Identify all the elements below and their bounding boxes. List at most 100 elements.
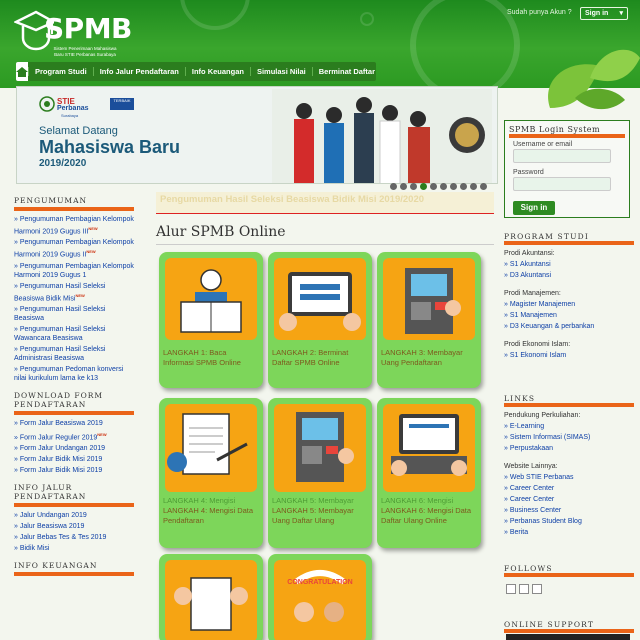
step-card-3[interactable]: LANGKAH 3: Membayar Uang Pendaftaran	[377, 252, 481, 388]
sidebar-link[interactable]: » Jalur Beasiswa 2019	[14, 522, 134, 531]
step-label: LANGKAH 5: Membayar Uang Daftar Ulang	[272, 506, 354, 525]
sidebar-link[interactable]: » Web STIE Perbanas	[504, 472, 634, 483]
social-icon[interactable]	[532, 584, 542, 594]
sidebar-link[interactable]: » S1 Manajemen	[504, 310, 634, 321]
step-card-2[interactable]: LANGKAH 2: Berminat Daftar SPMB Online	[268, 252, 372, 388]
sidebar-link[interactable]: » Jalur Bebas Tes & Tes 2019	[14, 533, 134, 542]
sidebar-link[interactable]: » Perpustakaan	[504, 443, 634, 454]
nav-home[interactable]	[16, 62, 28, 81]
sidebar-group-label: Prodi Ekonomi Islam:	[504, 341, 571, 348]
sidebar-link[interactable]: » Business Center	[504, 505, 634, 516]
sidebar-link[interactable]: » Pengumuman Hasil Seleksi Beasiswa	[14, 305, 134, 323]
nav-item-info-keuangan[interactable]: Info Keuangan	[184, 67, 250, 76]
download-heading: DOWNLOAD FORM PENDAFTARAN	[14, 391, 134, 415]
sidebar-link[interactable]: » S1 Ekonomi Islam	[504, 350, 634, 361]
congratulation-illustration: CONGRATULATION	[274, 560, 366, 640]
step-label: LANGKAH 2: Berminat Daftar SPMB Online	[272, 348, 349, 367]
step-card-1[interactable]: LANGKAH 1: Baca Informasi SPMB Online	[159, 252, 263, 388]
news-ticker[interactable]: Pengumuman Hasil Seleksi Beasiswa Bidik …	[156, 192, 494, 214]
username-input[interactable]	[513, 149, 611, 163]
carousel-dot[interactable]	[450, 183, 457, 190]
social-icon[interactable]	[519, 584, 529, 594]
leaves-decoration	[548, 49, 640, 110]
carousel-dot[interactable]	[440, 183, 447, 190]
sidebar-link-label: » Bidik Misi	[14, 545, 50, 553]
program-studi-heading: PROGRAM STUDI	[504, 232, 634, 245]
step-card-8[interactable]: CONGRATULATION	[268, 554, 372, 640]
sidebar-link[interactable]: » Form Jalur Beasiswa 2019	[14, 419, 134, 428]
online-support-heading: ONLINE SUPPORT	[504, 620, 634, 633]
new-badge: NEW	[97, 431, 107, 437]
nav-item-simulasi-nilai[interactable]: Simulasi Nilai	[249, 67, 312, 76]
nav-item-program-studi[interactable]: Program Studi	[28, 67, 93, 76]
sidebar-link[interactable]: » Sistem Informasi (SIMAS)	[504, 432, 634, 443]
carousel-dot[interactable]	[410, 183, 417, 190]
sidebar-link[interactable]: » Career Center	[504, 483, 634, 494]
sidebar-link[interactable]: » S1 Akuntansi	[504, 259, 634, 270]
sidebar-link[interactable]: » E-Learning	[504, 421, 634, 432]
links-list: Pendukung Perkuliahan: » E-Learning» Sist…	[504, 410, 634, 538]
sidebar-link[interactable]: » Berita	[504, 527, 634, 538]
program-studi-list: Prodi Akuntansi: » S1 Akuntansi» D3 Akunt…	[504, 248, 634, 361]
sidebar-link[interactable]: » Form Jalur Reguler 2019NEW	[14, 430, 134, 442]
sidebar-link[interactable]: » Pengumuman Pembagian Kelompok Harmoni …	[14, 238, 134, 259]
sidebar-link[interactable]: » Pengumuman Hasil Seleksi Beasiswa Bidi…	[14, 282, 134, 303]
carousel-dot-active[interactable]	[420, 183, 427, 190]
carousel-dot[interactable]	[460, 183, 467, 190]
online-support-widget	[506, 634, 630, 640]
banner-brand-3: Surabaya	[61, 113, 79, 118]
header-signin-button[interactable]: Sign in ▾	[580, 7, 628, 20]
banner-brand-2: Perbanas	[57, 105, 89, 112]
sidebar-link-label: » Form Jalur Reguler 2019	[14, 434, 98, 442]
carousel-dot[interactable]	[430, 183, 437, 190]
step-card-7[interactable]	[159, 554, 263, 640]
login-signin-button[interactable]: Sign in	[513, 201, 555, 215]
sidebar-link[interactable]: » Form Jalur Undangan 2019	[14, 444, 134, 453]
sidebar-link-label: » Pengumuman Hasil Seleksi Beasiswa	[14, 305, 106, 322]
sidebar-link[interactable]: » D3 Keuangan & perbankan	[504, 321, 634, 332]
social-icons	[506, 584, 542, 594]
sidebar-link[interactable]: » Bidik Misi	[14, 544, 134, 553]
online-form-illustration	[274, 258, 366, 340]
carousel-dot[interactable]	[470, 183, 477, 190]
sidebar-link-label: » Form Jalur Bidik Misi 2019	[14, 467, 103, 475]
nav-item-info-jalur[interactable]: Info Jalur Pendaftaran	[92, 67, 185, 76]
password-input[interactable]	[513, 177, 611, 191]
sidebar-link[interactable]: » Jalur Undangan 2019	[14, 511, 134, 520]
sidebar-link[interactable]: » Perbanas Student Blog	[504, 516, 634, 527]
sidebar-link-label: » Pengumuman Pembagian Kelompok Harmoni …	[14, 216, 134, 236]
logo-subtitle: Sistem Penerimaan Mahasiswa Baru STIE Pe…	[53, 46, 117, 57]
sidebar-link-label: » Pengumuman Pembagian Kelompok Harmoni …	[14, 262, 134, 279]
step-card-5[interactable]: LANGKAH 5: Membayar LANGKAH 5: Membayar …	[268, 398, 372, 548]
sidebar-link[interactable]: » Form Jalur Bidik Misi 2019	[14, 466, 134, 475]
new-badge: NEW	[88, 226, 98, 231]
stie-logo-icon	[39, 96, 55, 112]
step-card-4[interactable]: LANGKAH 4: Mengisi LANGKAH 4: Mengisi Da…	[159, 398, 263, 548]
sidebar-group-label: Pendukung Perkuliahan:	[504, 412, 581, 419]
sidebar-link[interactable]: » Pengumuman Hasil Seleksi Administrasi …	[14, 345, 134, 363]
sidebar-link[interactable]: » Pengumuman Pembagian Kelompok Harmoni …	[14, 262, 134, 280]
carousel-dot[interactable]	[480, 183, 487, 190]
bubble-decoration	[360, 12, 374, 26]
nav-item-berminat-daftar[interactable]: Berminat Daftar	[311, 67, 381, 76]
sidebar-link[interactable]: » Magister Manajemen	[504, 299, 634, 310]
atm-payment-illustration	[383, 258, 475, 340]
sidebar-link-label: » Jalur Beasiswa 2019	[14, 523, 85, 531]
social-icon[interactable]	[506, 584, 516, 594]
sidebar-link[interactable]: » Form Jalur Bidik Misi 2019	[14, 455, 134, 464]
login-question: Sudah punya Akun ?	[507, 9, 572, 16]
carousel-dot[interactable]	[400, 183, 407, 190]
step-label: LANGKAH 6: Mengisi Data Daftar Ulang Onl…	[381, 506, 472, 525]
sidebar-link[interactable]: » D3 Akuntansi	[504, 270, 634, 281]
sidebar-link[interactable]: » Pengumuman Pembagian Kelompok Harmoni …	[14, 215, 134, 236]
sidebar-link-label: » Form Jalur Beasiswa 2019	[14, 419, 103, 427]
sidebar-link[interactable]: » Career Center	[504, 494, 634, 505]
carousel-dot[interactable]	[390, 183, 397, 190]
step-label-ghost: LANGKAH 5: Membayar	[272, 496, 354, 505]
students-photo	[272, 89, 492, 183]
sidebar-link[interactable]: » Pengumuman Hasil Seleksi Wawancara Bea…	[14, 325, 134, 343]
step-card-6[interactable]: LANGKAH 6: Mengisi LANGKAH 6: Mengisi Da…	[377, 398, 481, 548]
sidebar-link[interactable]: » Pengumuman Pedoman konversi nilai kuri…	[14, 365, 134, 383]
sidebar-link-label: » Jalur Undangan 2019	[14, 512, 87, 520]
hero-banner[interactable]: STIE Perbanas Surabaya TERBAIK Selamat D…	[16, 86, 498, 184]
